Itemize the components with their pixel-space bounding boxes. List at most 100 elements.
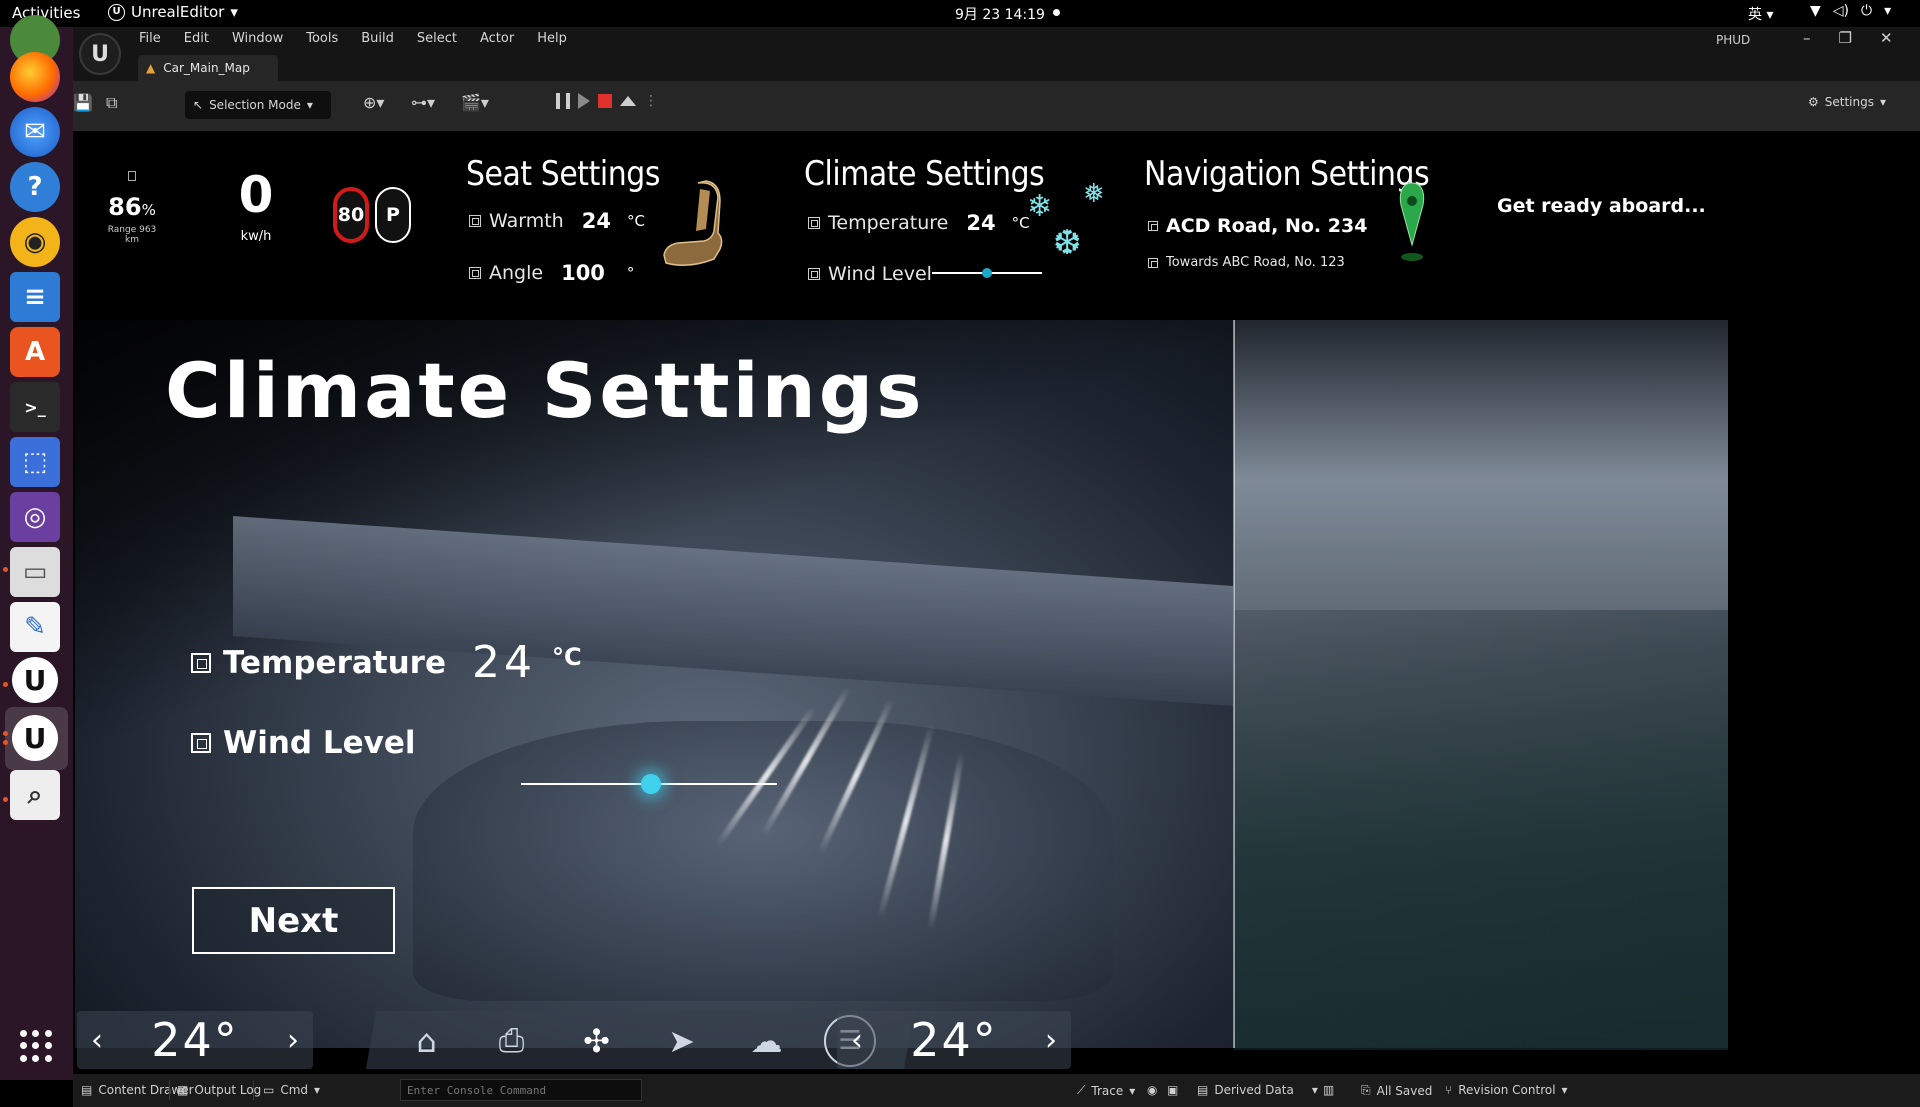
panel-title: Climate Settings [165, 346, 925, 435]
minimize-icon[interactable]: – [1803, 29, 1811, 47]
cmd-dropdown[interactable]: ▭ Cmd ▾ [263, 1083, 320, 1097]
unreal-engine-icon[interactable]: U [12, 657, 58, 703]
panel-temperature-label: Temperature [223, 644, 446, 681]
unreal-editor-window: U File Edit Window Tools Build Select Ac… [73, 27, 1920, 1107]
stop-icon[interactable] [598, 94, 612, 108]
settings-button[interactable]: ⚙ Settings ▾ [1808, 95, 1886, 109]
panel-temperature-row[interactable]: Temperature 24 °C [191, 637, 582, 688]
record-icon[interactable]: ◉ [1147, 1083, 1157, 1097]
tab-car-main-map[interactable]: ▲ Car_Main_Map [138, 55, 278, 81]
screenshot-icon[interactable]: ▣ [1167, 1083, 1178, 1097]
menu-bar: U File Edit Window Tools Build Select Ac… [73, 27, 1920, 81]
terminal-icon[interactable]: >_ [10, 382, 60, 432]
chevron-down-icon: ▾ [230, 3, 238, 21]
firefox-icon[interactable] [10, 52, 60, 102]
fan-icon[interactable]: ✣ [569, 1013, 624, 1068]
system-tray[interactable]: ▼ ◁) ⏻ ▾ [1810, 3, 1891, 19]
menu-edit[interactable]: Edit [184, 31, 209, 46]
menu-tools[interactable]: Tools [306, 31, 338, 46]
project-name: PHUD [1716, 33, 1751, 47]
chevron-down-icon: ▾ [1129, 1083, 1136, 1098]
map-pin-icon [1399, 182, 1425, 261]
screenshot-icon[interactable]: ⬚ [10, 437, 60, 487]
browse-icon[interactable]: ⧉ [106, 93, 117, 113]
input-method-indicator[interactable]: 英 ▾ [1748, 4, 1773, 24]
pause-icon[interactable] [556, 93, 570, 109]
branch-icon: ⑂ [1445, 1083, 1453, 1097]
next-button[interactable]: Next [192, 887, 395, 954]
climate-panel: Climate Settings Temperature 24 °C Wind … [73, 131, 1233, 1074]
power-icon: ⏻ [1861, 3, 1873, 19]
magnifier-icon[interactable]: ⌕ [10, 770, 60, 820]
seat-icon[interactable]: ⎙ [484, 1013, 539, 1068]
weather-icon[interactable]: ☁ [739, 1013, 794, 1068]
increase-left-temp-button[interactable]: › [273, 1023, 313, 1058]
app-menu[interactable]: U UnrealEditor ▾ [108, 3, 238, 21]
eject-icon[interactable] [620, 96, 636, 106]
console-command-input[interactable] [400, 1079, 642, 1101]
slider-knob[interactable] [641, 774, 661, 794]
decrease-right-temp-button[interactable]: ‹ [837, 1023, 877, 1058]
volume-icon: ◁) [1832, 3, 1850, 19]
help-icon[interactable]: ? [10, 162, 60, 212]
system-top-bar: Activities U UnrealEditor ▾ 9月 23 14:19 … [0, 0, 1920, 27]
ime-label: 英 [1748, 7, 1762, 23]
menu-build[interactable]: Build [361, 31, 394, 46]
trace-label: Trace [1091, 1083, 1124, 1098]
bottom-nav-bar: ‹ 24° › ⌂ ⎙ ✣ ➤ ☁ ☰ ‹ 24° › [73, 1007, 1920, 1074]
panel-wind-label: Wind Level [223, 725, 416, 761]
wind-level-slider[interactable] [521, 774, 777, 794]
level-icon: ▲ [146, 61, 156, 75]
source-control-icon[interactable]: ▥ [1323, 1083, 1334, 1097]
rhythmbox-icon[interactable]: ◉ [10, 217, 60, 267]
navigation-icon[interactable]: ➤ [654, 1013, 709, 1068]
menu-file[interactable]: File [139, 31, 161, 46]
menu-window[interactable]: Window [232, 31, 283, 46]
writer-icon[interactable]: ≡ [10, 272, 60, 322]
thunderbird-icon[interactable]: ✉ [10, 107, 60, 157]
cmd-label: Cmd [280, 1083, 309, 1097]
right-temperature-value: 24° [910, 1013, 998, 1067]
add-actor-icon[interactable]: ⊕▾ [363, 93, 384, 112]
output-log-button[interactable]: ▦ Output Log [177, 1083, 261, 1097]
play-controls: ⋮ [556, 93, 658, 109]
clock[interactable]: 9月 23 14:19 [955, 4, 1045, 24]
derived-data-label: Derived Data [1214, 1083, 1294, 1097]
cinematics-icon[interactable]: 🎬▾ [461, 93, 489, 112]
all-saved-button[interactable]: ⎘ All Saved [1361, 1083, 1432, 1098]
decrease-left-temp-button[interactable]: ‹ [77, 1023, 117, 1058]
text-editor-icon[interactable]: ✎ [10, 602, 60, 652]
derived-data-dropdown[interactable]: ▤ Derived Data ▾ [1197, 1083, 1318, 1097]
panel-wind-row[interactable]: Wind Level [191, 725, 416, 761]
software-center-icon[interactable]: A [10, 327, 60, 377]
show-apps-icon[interactable] [20, 1030, 52, 1062]
unreal-editor-icon[interactable]: U [12, 715, 58, 761]
level-toolbar: 💾 ⧉ ↖ Selection Mode ▾ ⊕▾ ⊶▾ 🎬▾ ⋮ ⚙ Sett… [73, 81, 1920, 131]
left-temperature-control: ‹ 24° › [77, 1011, 313, 1069]
close-icon[interactable]: ✕ [1880, 29, 1893, 47]
more-options-icon[interactable]: ⋮ [644, 93, 658, 109]
menu-select[interactable]: Select [417, 31, 457, 46]
save-icon[interactable]: 💾 [73, 93, 93, 112]
restore-icon[interactable]: ❐ [1839, 29, 1852, 47]
separator [169, 1080, 170, 1100]
unreal-logo-icon[interactable]: U [79, 33, 121, 75]
video-icon[interactable]: ◎ [10, 492, 60, 542]
home-icon[interactable]: ⌂ [399, 1013, 454, 1068]
tab-label: Car_Main_Map [163, 61, 250, 75]
increase-right-temp-button[interactable]: › [1031, 1023, 1071, 1058]
game-viewport[interactable]: 86% Range 963 km 0 kw/h 80 P Seat Settin… [73, 131, 1920, 1074]
checkbox-icon [191, 733, 211, 753]
chevron-down-icon: ▾ [1561, 1083, 1568, 1097]
step-icon[interactable] [578, 93, 590, 109]
scene-divider [1233, 320, 1235, 1048]
files-icon[interactable]: ▭ [10, 547, 60, 597]
blueprint-icon[interactable]: ⊶▾ [411, 93, 435, 112]
revision-control-dropdown[interactable]: ⑂ Revision Control ▾ [1445, 1083, 1568, 1097]
save-status-icon: ⎘ [1361, 1083, 1371, 1097]
chevron-down-icon: ▾ [1884, 3, 1892, 19]
selection-mode-dropdown[interactable]: ↖ Selection Mode ▾ [185, 91, 331, 119]
menu-help[interactable]: Help [537, 31, 567, 46]
menu-actor[interactable]: Actor [480, 31, 514, 46]
trace-dropdown[interactable]: ⟋ Trace ▾ [1077, 1083, 1135, 1098]
